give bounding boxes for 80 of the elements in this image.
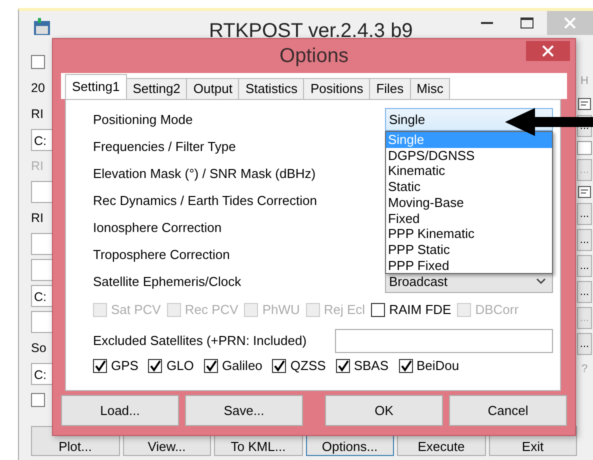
tab[interactable]: Setting2 bbox=[126, 78, 188, 99]
list-icon[interactable] bbox=[577, 97, 592, 111]
checkbox-label: Sat PCV bbox=[111, 301, 161, 320]
input-field[interactable] bbox=[335, 328, 553, 352]
browse-button[interactable]: ... bbox=[577, 255, 592, 277]
dialog-button[interactable]: Save... bbox=[185, 395, 303, 426]
caret-icon bbox=[536, 278, 546, 285]
checkbox-label: DBCorr bbox=[475, 301, 519, 320]
minimize-icon bbox=[481, 21, 493, 25]
tab[interactable]: Positions bbox=[303, 78, 370, 99]
close-button[interactable] bbox=[526, 41, 570, 61]
field-label: H bbox=[580, 74, 590, 89]
setting-label: Positioning Mode bbox=[93, 110, 194, 129]
dropdown-option[interactable]: Fixed bbox=[386, 210, 552, 226]
input-field[interactable]: C: bbox=[31, 285, 53, 307]
setting-label: Rec Dynamics / Earth Tides Correction bbox=[93, 192, 318, 210]
field-label: RI bbox=[31, 210, 44, 227]
checkbox-label: BeiDou bbox=[416, 357, 460, 376]
list-icon[interactable] bbox=[577, 185, 592, 199]
tab[interactable]: Output bbox=[186, 78, 240, 99]
setting-label: Satellite Ephemeris/Clock bbox=[93, 272, 242, 291]
dialog-title: Options bbox=[280, 44, 348, 69]
input-field[interactable]: C: bbox=[31, 363, 53, 385]
tab[interactable]: Misc bbox=[410, 78, 450, 99]
tab[interactable]: Statistics bbox=[238, 78, 304, 99]
checkbox-label: GPS bbox=[111, 357, 138, 376]
tab[interactable]: Setting1 bbox=[65, 74, 127, 99]
checkbox-label: Rej Ecl bbox=[324, 301, 366, 320]
dialog-button[interactable]: Cancel bbox=[449, 395, 567, 426]
checkbox[interactable] bbox=[371, 303, 386, 317]
dropdown-option[interactable]: PPP Static bbox=[386, 242, 552, 258]
field-label: RI bbox=[31, 106, 44, 123]
maximize-icon bbox=[520, 17, 534, 29]
close-icon bbox=[542, 45, 554, 57]
checkbox-label: Galileo bbox=[222, 357, 262, 376]
dialog-button[interactable]: OK bbox=[325, 395, 443, 426]
arrow-icon bbox=[505, 108, 593, 136]
dropdown-option[interactable]: Moving-Base bbox=[386, 194, 552, 211]
tab[interactable]: Files bbox=[369, 78, 411, 99]
setting-label: Frequencies / Filter Type bbox=[93, 138, 237, 156]
dropdown-option[interactable]: DGPS/DGNSS bbox=[386, 148, 552, 164]
checkbox[interactable] bbox=[577, 141, 592, 155]
checkbox[interactable] bbox=[31, 393, 45, 407]
setting-label: Elevation Mask (°) / SNR Mask (dBHz) bbox=[93, 164, 317, 183]
browse-button[interactable]: ... bbox=[577, 203, 592, 225]
input-field[interactable] bbox=[31, 311, 53, 333]
checkbox-label: RAIM FDE bbox=[389, 301, 452, 320]
checkbox-label: QZSS bbox=[290, 357, 326, 376]
dropdown-option[interactable]: Kinematic bbox=[386, 163, 552, 180]
input-field[interactable] bbox=[31, 181, 53, 203]
browse-button[interactable]: ... bbox=[577, 333, 592, 355]
checkbox[interactable] bbox=[272, 359, 286, 373]
checkbox[interactable] bbox=[148, 359, 162, 373]
input-field[interactable] bbox=[31, 259, 53, 281]
checkbox[interactable] bbox=[398, 359, 412, 373]
checkbox[interactable] bbox=[336, 359, 350, 373]
checkbox-label: Rec PCV bbox=[184, 301, 238, 320]
field-label: So bbox=[31, 340, 48, 357]
dialog-button[interactable]: Load... bbox=[61, 395, 179, 426]
dropdown-option[interactable]: Static bbox=[386, 179, 552, 195]
checkbox-label: PhWU bbox=[262, 301, 300, 320]
checkbox-label: SBAS bbox=[354, 357, 388, 376]
input-field[interactable] bbox=[31, 233, 53, 255]
setting-label: Ionosphere Correction bbox=[93, 218, 223, 237]
setting-label: Excluded Satellites (+PRN: Included) bbox=[93, 332, 308, 350]
checkbox[interactable] bbox=[204, 359, 218, 373]
field-label: RI bbox=[31, 158, 44, 175]
field-label: 20 bbox=[31, 80, 46, 97]
app-icon bbox=[33, 17, 51, 37]
setting-label: Troposphere Correction bbox=[93, 246, 231, 264]
window-title: RTKPOST ver.2.4.3 b9 bbox=[209, 19, 413, 44]
field-label: ? bbox=[580, 362, 589, 377]
checkbox[interactable] bbox=[31, 55, 45, 69]
browse-button[interactable]: ... bbox=[577, 229, 592, 251]
browse-button[interactable]: ... bbox=[577, 281, 592, 303]
checkbox-label: GLO bbox=[166, 357, 194, 376]
dropdown-option[interactable]: PPP Kinematic bbox=[386, 226, 552, 242]
checkbox[interactable] bbox=[93, 359, 107, 373]
input-field[interactable]: C: bbox=[31, 129, 53, 151]
close-icon bbox=[564, 17, 576, 29]
